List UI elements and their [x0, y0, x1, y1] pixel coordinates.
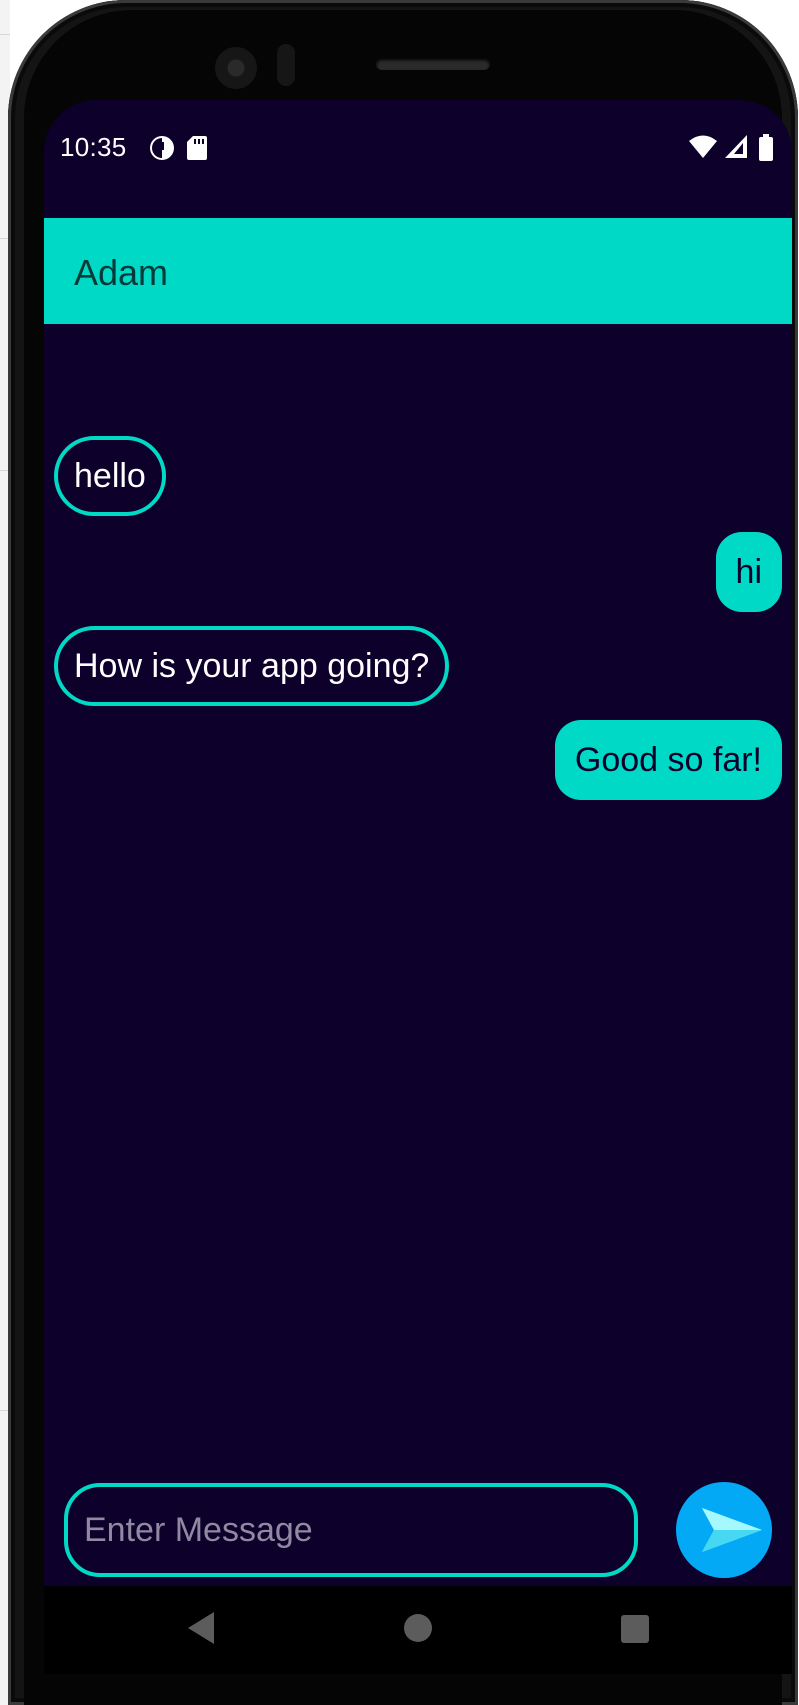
nav-recents-button[interactable] — [620, 1614, 650, 1647]
system-nav-bar — [44, 1586, 792, 1674]
nav-home-button[interactable] — [402, 1612, 434, 1647]
cellular-signal-icon — [725, 135, 747, 158]
message-composer — [44, 1480, 792, 1590]
phone-screen: 10:35 Adam hello hi How is your app goin… — [44, 100, 792, 1674]
message-list: hello hi How is your app going? Good so … — [44, 324, 792, 1564]
proximity-sensor — [277, 44, 295, 86]
chat-contact-name: Adam — [74, 252, 169, 293]
wifi-icon — [689, 135, 717, 158]
message-bubble-incoming: How is your app going? — [54, 626, 450, 706]
phone-frame: 10:35 Adam hello hi How is your app goin… — [8, 0, 798, 1705]
front-camera — [215, 47, 257, 89]
app-bar: Adam — [44, 218, 792, 324]
message-bubble-outgoing: Good so far! — [554, 720, 782, 800]
page: 10:35 Adam hello hi How is your app goin… — [0, 0, 799, 1705]
back-icon — [188, 1612, 214, 1644]
message-input[interactable] — [64, 1483, 638, 1577]
status-time: 10:35 — [60, 132, 127, 162]
recents-icon — [621, 1615, 649, 1643]
data-saver-icon — [150, 136, 174, 160]
earpiece-speaker — [376, 58, 490, 70]
send-icon — [702, 1508, 762, 1552]
background-divider — [0, 34, 10, 35]
status-bar: 10:35 — [44, 100, 792, 200]
send-button[interactable] — [676, 1482, 772, 1578]
home-icon — [404, 1614, 432, 1642]
message-bubble-incoming: hello — [54, 436, 166, 516]
message-bubble-outgoing: hi — [715, 532, 782, 612]
battery-icon — [759, 134, 773, 161]
nav-back-button[interactable] — [184, 1610, 218, 1649]
sd-card-icon — [187, 136, 207, 160]
